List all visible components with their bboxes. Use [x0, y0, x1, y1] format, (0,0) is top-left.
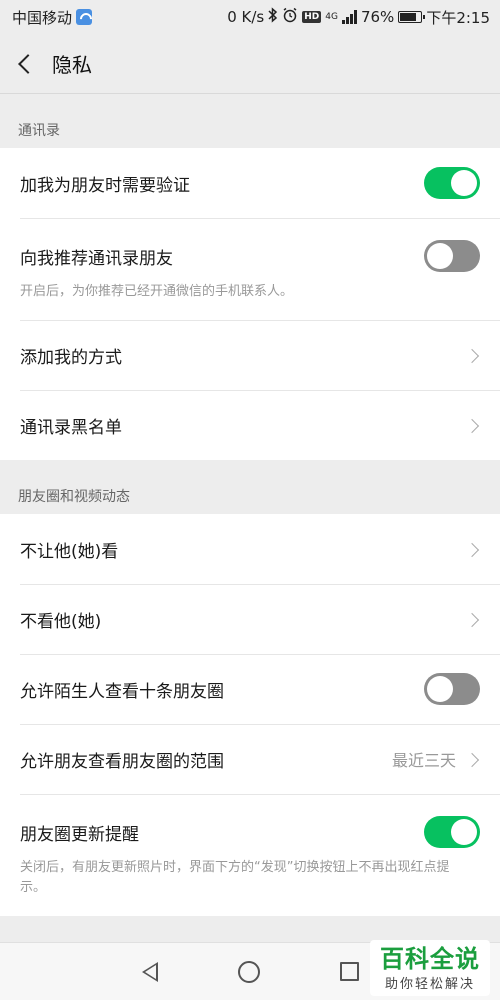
- bluetooth-icon: [268, 7, 278, 27]
- settings-row[interactable]: 允许朋友查看朋友圈的范围 最近三天: [0, 724, 500, 794]
- row-accessory: [466, 542, 480, 556]
- toggle-knob: [427, 243, 453, 269]
- section-header: 通讯录: [18, 123, 60, 139]
- settings-row-label: 加我为朋友时需要验证: [20, 175, 190, 196]
- settings-row[interactable]: 不让他(她)看: [0, 514, 500, 584]
- chevron-right-icon: [466, 542, 480, 556]
- settings-row: 向我推荐通讯录朋友开启后，为你推荐已经开通微信的手机联系人。: [0, 218, 500, 320]
- network-type: 4G: [325, 11, 338, 22]
- row-accessory: [466, 348, 480, 362]
- toggle-knob: [451, 819, 477, 845]
- network-speed: 0 K/s: [227, 8, 265, 26]
- settings-row: 允许陌生人查看十条朋友圈: [0, 654, 500, 724]
- clock: 下午2:15: [426, 8, 490, 27]
- chevron-right-icon: [466, 348, 480, 362]
- battery-icon: [398, 11, 426, 23]
- chevron-right-icon: [466, 418, 480, 432]
- settings-row-label: 不看他(她): [20, 611, 102, 632]
- nav-bar: 隐私: [0, 34, 500, 94]
- toggle-knob: [427, 676, 453, 702]
- settings-row[interactable]: 通讯录黑名单: [0, 390, 500, 460]
- watermark-logo: 百科全说 助你轻松解决: [370, 940, 490, 996]
- settings-row-label: 不让他(她)看: [20, 541, 119, 562]
- toggle-knob: [451, 170, 477, 196]
- alarm-icon: [282, 7, 298, 27]
- toggle-switch[interactable]: [424, 240, 480, 272]
- settings-row-label: 添加我的方式: [20, 347, 122, 368]
- watermark-subtitle: 助你轻松解决: [384, 976, 475, 992]
- settings-row-label: 通讯录黑名单: [20, 417, 122, 438]
- back-icon[interactable]: [14, 52, 38, 76]
- hd-badge: HD: [302, 11, 322, 23]
- status-bar: 中国移动 0 K/s HD 4G 76% 下午2:15: [0, 0, 500, 34]
- page-title: 隐私: [52, 53, 92, 77]
- settings-row: 加我为朋友时需要验证: [0, 148, 500, 218]
- settings-row-description: 开启后，为你推荐已经开通微信的手机联系人。: [20, 284, 294, 299]
- toggle-switch[interactable]: [424, 816, 480, 848]
- signal-icon: [341, 10, 357, 24]
- row-accessory: [466, 612, 480, 626]
- toggle-switch[interactable]: [424, 167, 480, 199]
- watermark-title: 百科全说: [380, 944, 480, 973]
- settings-row-description: 关闭后，有朋友更新照片时，界面下方的“发现”切换按钮上不再出现红点提示。: [20, 860, 450, 895]
- settings-row-label: 向我推荐通讯录朋友: [20, 248, 173, 269]
- nav-back-icon[interactable]: [141, 961, 158, 982]
- settings-row-label: 允许陌生人查看十条朋友圈: [20, 681, 224, 702]
- settings-row[interactable]: 不看他(她): [0, 584, 500, 654]
- settings-row: 朋友圈更新提醒关闭后，有朋友更新照片时，界面下方的“发现”切换按钮上不再出现红点…: [0, 794, 500, 916]
- settings-group: 不让他(她)看 不看他(她) 允许陌生人查看十条朋友圈 允许朋友查看朋友圈的范围 最近三…: [0, 514, 500, 916]
- settings-row-label: 朋友圈更新提醒: [20, 824, 139, 845]
- battery-percent: 76%: [360, 8, 395, 26]
- settings-row-label: 允许朋友查看朋友圈的范围: [20, 751, 224, 772]
- row-accessory: [466, 418, 480, 432]
- chevron-right-icon: [466, 612, 480, 626]
- nav-home-icon[interactable]: [237, 960, 260, 983]
- wifi-calling-icon: [76, 9, 93, 25]
- settings-group: 加我为朋友时需要验证 向我推荐通讯录朋友开启后，为你推荐已经开通微信的手机联系人。…: [0, 148, 500, 460]
- settings-row-value: 最近三天: [391, 751, 456, 770]
- chevron-right-icon: [466, 752, 480, 766]
- settings-list: 通讯录加我为朋友时需要验证 向我推荐通讯录朋友开启后，为你推荐已经开通微信的手机联…: [0, 94, 500, 916]
- settings-row[interactable]: 添加我的方式: [0, 320, 500, 390]
- toggle-switch[interactable]: [424, 673, 480, 705]
- section-header: 朋友圈和视频动态: [18, 489, 130, 505]
- carrier-label: 中国移动: [12, 8, 73, 27]
- row-accessory: 最近三天: [392, 747, 480, 771]
- nav-recent-icon[interactable]: [339, 962, 359, 981]
